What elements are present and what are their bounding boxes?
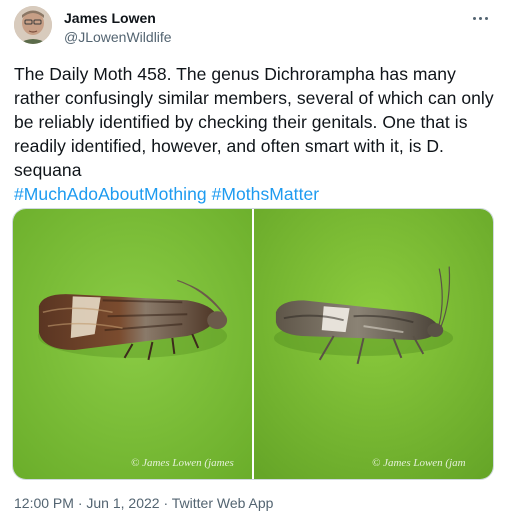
tweet-date-link[interactable]: Jun 1, 2022 bbox=[86, 495, 159, 511]
tweet-text: The Daily Moth 458. The genus Dichroramp… bbox=[14, 62, 496, 206]
moth-photo-image bbox=[13, 209, 252, 479]
tweet-time-link[interactable]: 12:00 PM bbox=[14, 495, 74, 511]
tweet-header: James Lowen @JLowenWildlife bbox=[14, 6, 492, 48]
moth-photo-image bbox=[254, 209, 493, 479]
meta-separator: · bbox=[159, 495, 172, 511]
hashtag-link[interactable]: #MothsMatter bbox=[212, 184, 320, 204]
author-names: James Lowen @JLowenWildlife bbox=[64, 10, 172, 46]
moth-photo-2[interactable]: © James Lowen (jam bbox=[254, 209, 493, 479]
moth-photo-1[interactable]: © James Lowen (james bbox=[13, 209, 252, 479]
tweet-body: The Daily Moth 458. The genus Dichroramp… bbox=[14, 64, 494, 180]
tweet: James Lowen @JLowenWildlife The Daily Mo… bbox=[0, 0, 506, 520]
tweet-meta: 12:00 PM · Jun 1, 2022 · Twitter Web App bbox=[14, 494, 273, 512]
source-link[interactable]: Twitter Web App bbox=[172, 495, 274, 511]
avatar-image bbox=[14, 6, 52, 44]
hashtag-list: #MuchAdoAboutMothing #MothsMatter bbox=[14, 184, 319, 204]
avatar[interactable] bbox=[14, 6, 52, 44]
hashtag-link[interactable]: #MuchAdoAboutMothing bbox=[14, 184, 207, 204]
meta-separator: · bbox=[73, 495, 87, 511]
display-name[interactable]: James Lowen bbox=[64, 10, 172, 26]
photo-credit: © James Lowen (jam bbox=[372, 457, 466, 469]
more-options-icon[interactable] bbox=[468, 8, 492, 28]
user-handle[interactable]: @JLowenWildlife bbox=[64, 28, 172, 46]
media-grid: © James Lowen (james © James Lowen (jam bbox=[12, 208, 494, 480]
photo-credit: © James Lowen (james bbox=[131, 457, 234, 469]
